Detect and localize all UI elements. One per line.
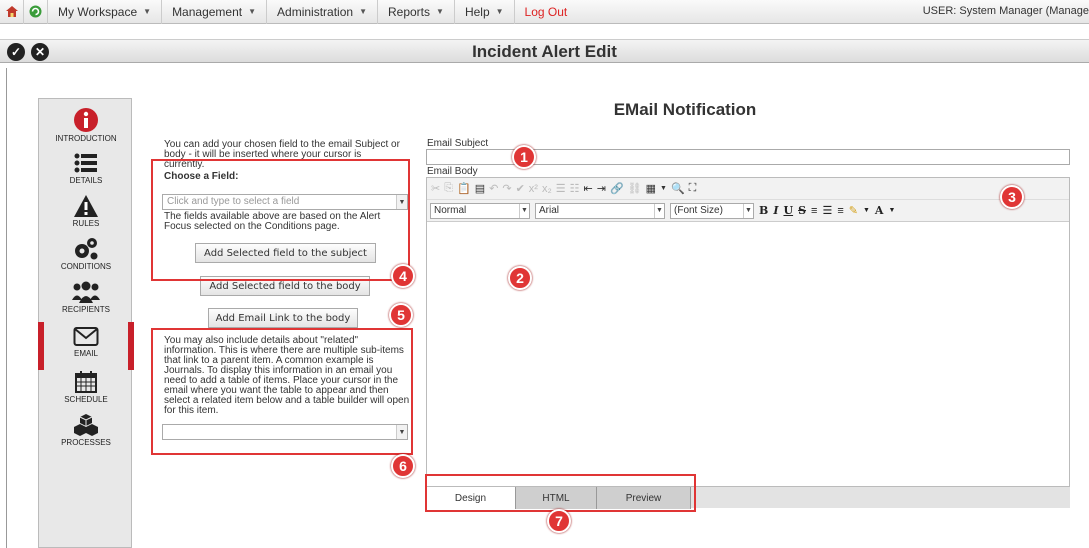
gears-icon xyxy=(75,238,98,260)
chevron-down-icon[interactable]: ▼ xyxy=(863,207,870,214)
paste-icon[interactable]: 📋 xyxy=(457,182,471,195)
find-icon[interactable]: 🔍 xyxy=(671,182,685,195)
format-value: Normal xyxy=(434,204,467,216)
subscript-icon[interactable]: x₂ xyxy=(542,183,552,195)
copy-icon[interactable]: ⎘ xyxy=(444,182,453,195)
font-size-value: (Font Size) xyxy=(674,204,723,216)
menu-administration[interactable]: Administration ▼ xyxy=(267,0,378,24)
annotation-box-4 xyxy=(151,159,410,281)
annotation-box-7 xyxy=(425,474,696,512)
editor-toolbar-format: Normal ▼ Arial ▼ (Font Size) ▼ B I U S ≡ ☰ … xyxy=(427,200,1069,222)
outdent-icon[interactable]: ⇤ xyxy=(584,182,593,195)
email-subject-label: Email Subject xyxy=(427,138,489,149)
cubes-icon xyxy=(74,414,98,436)
italic-icon[interactable]: I xyxy=(773,204,778,217)
spellcheck-icon[interactable]: ✔ xyxy=(516,182,525,195)
calendar-icon xyxy=(75,371,97,393)
annotation-badge-2: 2 xyxy=(508,266,532,290)
font-select[interactable]: Arial ▼ xyxy=(535,202,665,219)
annotation-badge-4: 4 xyxy=(391,264,415,288)
step-label: RECIPIENTS xyxy=(61,305,110,314)
user-info: USER: System Manager (Manage xyxy=(922,5,1089,17)
step-introduction[interactable]: INTRODUCTION xyxy=(39,107,133,143)
align-center-icon[interactable]: ☰ xyxy=(822,204,832,217)
step-label: EMAIL xyxy=(73,349,98,358)
refresh-icon[interactable] xyxy=(24,0,48,24)
numbered-list-icon[interactable]: ☰ xyxy=(556,182,566,195)
paste-word-icon[interactable]: ▤ xyxy=(475,182,485,195)
redo-icon[interactable]: ↷ xyxy=(502,182,511,195)
highlight-color-icon[interactable]: ✎ xyxy=(849,204,858,217)
users-icon xyxy=(72,281,100,303)
annotation-badge-1: 1 xyxy=(512,145,536,169)
annotation-box-6 xyxy=(151,328,413,455)
link-icon[interactable]: 🔗 xyxy=(610,182,624,195)
superscript-icon[interactable]: x² xyxy=(529,183,538,195)
annotation-badge-3: 3 xyxy=(1000,185,1024,209)
wizard-sidebar: INTRODUCTION DETAILS RULES CONDITIONS RE… xyxy=(38,98,134,548)
annotation-badge-7: 7 xyxy=(547,509,571,533)
step-email[interactable]: EMAIL xyxy=(38,322,134,370)
undo-icon[interactable]: ↶ xyxy=(489,182,498,195)
info-icon xyxy=(74,108,98,132)
step-rules[interactable]: RULES xyxy=(39,194,133,228)
home-icon[interactable] xyxy=(0,0,24,24)
email-body-editor[interactable]: ✂ ⎘ 📋 ▤ ↶ ↷ ✔ x² x₂ ☰ ☷ ⇤ ⇥ 🔗 ⛓ ▦ ▼ 🔍 ⛶ … xyxy=(426,177,1070,508)
format-select[interactable]: Normal ▼ xyxy=(430,202,530,219)
chevron-down-icon[interactable]: ▼ xyxy=(660,185,667,192)
editor-toolbar-top: ✂ ⎘ 📋 ▤ ↶ ↷ ✔ x² x₂ ☰ ☷ ⇤ ⇥ 🔗 ⛓ ▦ ▼ 🔍 ⛶ xyxy=(427,178,1069,200)
section-title: EMail Notification xyxy=(613,100,757,119)
page-title: Incident Alert Edit xyxy=(472,42,617,61)
menu-my-workspace[interactable]: My Workspace ▼ xyxy=(48,0,163,24)
table-icon[interactable]: ▦ xyxy=(646,182,656,195)
bold-icon[interactable]: B xyxy=(759,204,768,217)
step-label: CONDITIONS xyxy=(60,262,112,271)
warning-icon xyxy=(74,195,98,217)
fullscreen-icon[interactable]: ⛶ xyxy=(689,182,697,195)
indent-icon[interactable]: ⇥ xyxy=(597,182,606,195)
step-recipients[interactable]: RECIPIENTS xyxy=(39,280,133,314)
step-label: INTRODUCTION xyxy=(55,134,117,143)
menu-management[interactable]: Management ▼ xyxy=(162,0,268,24)
step-label: DETAILS xyxy=(69,176,103,185)
email-body-label: Email Body xyxy=(427,166,478,177)
bullet-list-icon[interactable]: ☷ xyxy=(570,182,580,195)
align-left-icon[interactable]: ≡ xyxy=(811,205,817,217)
step-label: RULES xyxy=(72,219,100,228)
cut-icon[interactable]: ✂ xyxy=(431,182,440,195)
step-details[interactable]: DETAILS xyxy=(39,151,133,185)
step-label: PROCESSES xyxy=(61,438,111,447)
title-bar: ✓ ✕ Incident Alert Edit xyxy=(0,39,1089,63)
menu-reports[interactable]: Reports ▼ xyxy=(378,0,455,24)
step-schedule[interactable]: SCHEDULE xyxy=(39,370,133,404)
add-email-link-button[interactable]: Add Email Link to the body xyxy=(208,308,358,328)
chevron-down-icon[interactable]: ▼ xyxy=(743,203,753,218)
annotation-badge-6: 6 xyxy=(391,454,415,478)
chevron-down-icon[interactable]: ▼ xyxy=(519,203,529,218)
step-conditions[interactable]: CONDITIONS xyxy=(39,237,133,271)
menu-help[interactable]: Help ▼ xyxy=(455,0,515,24)
font-value: Arial xyxy=(539,204,560,216)
list-icon xyxy=(74,153,97,173)
unlink-icon[interactable]: ⛓ xyxy=(628,182,642,195)
envelope-icon xyxy=(73,327,99,346)
underline-icon[interactable]: U xyxy=(783,204,793,217)
logout-link[interactable]: Log Out xyxy=(515,5,578,19)
font-color-icon[interactable]: A xyxy=(875,204,884,217)
step-processes[interactable]: PROCESSES xyxy=(39,413,133,447)
align-right-icon[interactable]: ≡ xyxy=(837,205,843,217)
strikethrough-icon[interactable]: S xyxy=(798,204,806,217)
step-label: SCHEDULE xyxy=(64,395,108,404)
annotation-badge-5: 5 xyxy=(389,303,413,327)
font-size-select[interactable]: (Font Size) ▼ xyxy=(670,202,754,219)
top-menu-bar: My Workspace ▼ Management ▼ Administration… xyxy=(0,0,1089,24)
chevron-down-icon[interactable]: ▼ xyxy=(888,207,895,214)
chevron-down-icon[interactable]: ▼ xyxy=(654,203,664,218)
